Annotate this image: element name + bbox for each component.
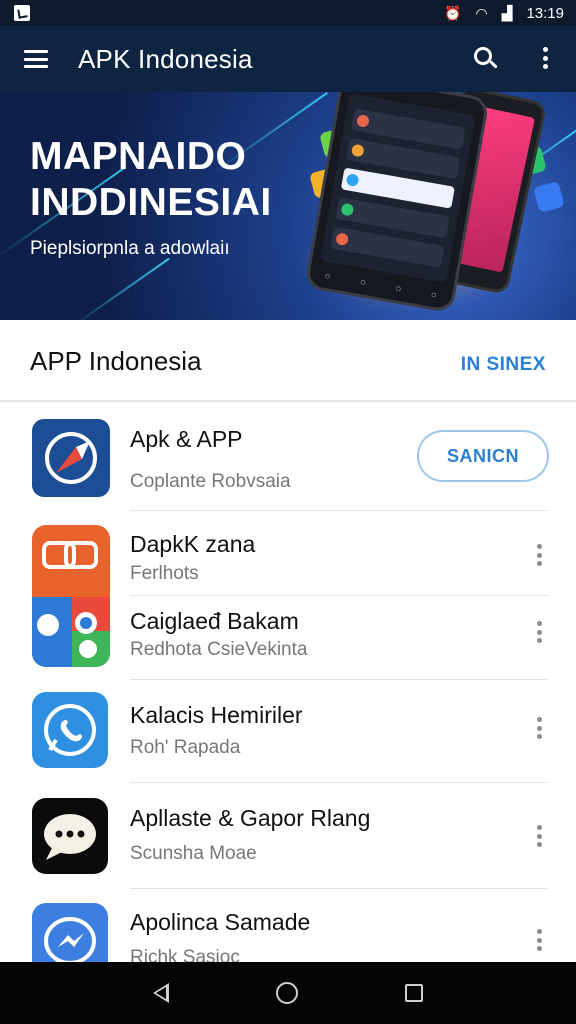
system-nav-bar [0,962,576,1024]
status-time: 13:19 [526,4,564,22]
app-subtitle: Redhota CsieVekinta [130,639,308,660]
status-bar: ⏰ ◠ ▟ 13:19 [0,0,576,26]
divider [130,679,548,680]
divider [130,888,548,889]
section-header: APP Indonesia IN SINEX [0,322,576,402]
divider [130,595,548,596]
app-name: Caiglaeđ Bakam [130,608,299,634]
multi-app-icon [32,597,110,667]
app-subtitle: Coplante Robvsaia [130,471,291,492]
hero-title-line1: MAPNAIDO [30,135,247,178]
light-streak [70,257,170,320]
menu-icon[interactable] [24,50,48,68]
notification-icon [14,5,30,21]
install-button[interactable]: SANICN [417,430,549,482]
recent-apps-icon[interactable] [404,984,423,1002]
wifi-icon: ◠ [475,4,488,21]
app-list: Apk & APP Coplante Robvsaia SANICN DapkK… [0,402,576,964]
hero-subtitle: Pieplsiorpnla a adowlaiı [30,238,230,259]
speech-bubble-icon [32,798,108,874]
more-options-icon[interactable] [536,929,542,951]
messenger-icon [32,903,108,964]
app-name: Kalacis Hemiriler [130,702,303,728]
home-icon[interactable] [275,982,298,1004]
app-subtitle: Roh' Rapada [130,737,241,758]
app-title: APK Indonesia [78,43,253,74]
alarm-icon: ⏰ [444,4,462,21]
app-tile-icon [533,181,565,213]
status-left [14,5,30,21]
app-name: Apk & APP [130,426,243,452]
chat-bubbles-icon [32,525,110,597]
search-icon[interactable] [474,47,498,71]
section-action-link[interactable]: IN SINEX [461,354,546,376]
signal-icon: ▟ [501,4,513,21]
more-options-icon[interactable] [536,717,542,739]
app-name: Apolinca Samade [130,909,311,935]
back-icon[interactable] [153,983,170,1003]
more-options-icon[interactable] [536,544,542,566]
compass-icon [32,419,110,497]
section-title: APP Indonesia [30,345,202,376]
more-options-icon[interactable] [536,621,542,643]
hero-banner[interactable]: ○ ○ ○ ○ MAPNAIDO INDDINESIAI Pieplsiorpnla … [0,92,576,320]
app-name: DapkK zana [130,531,256,557]
app-name: Apllaste & Gapor Rlang [130,805,371,831]
app-subtitle: Ferlhots [130,563,199,584]
divider [130,782,548,783]
app-subtitle: Scunsha Moae [130,843,257,864]
more-options-icon[interactable] [542,47,548,69]
more-options-icon[interactable] [536,825,542,847]
hero-title: MAPNAIDO INDDINESIAI [30,134,272,226]
divider [130,510,548,511]
status-right: ⏰ ◠ ▟ 13:19 [444,5,564,22]
phone-chat-icon [32,692,108,768]
app-bar: APK Indonesia [0,26,576,92]
hero-title-line2: INDDINESIAI [30,181,272,224]
